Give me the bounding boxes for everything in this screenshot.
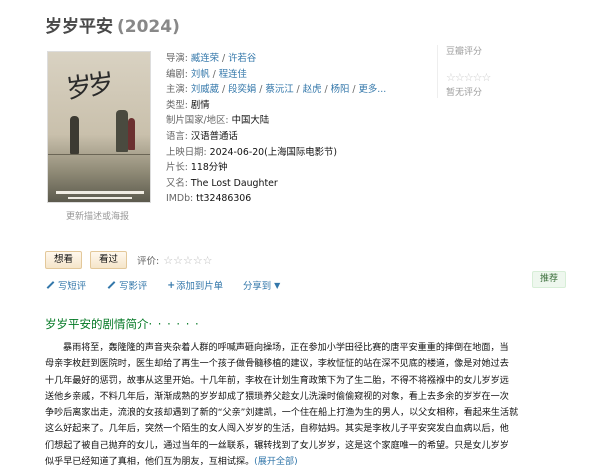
movie-name: 岁岁平安 [45, 17, 113, 37]
rating-header: 豆瓣评分 [446, 47, 483, 57]
ops-bar: 写短评 写影评 + 添加到片单 分享到 ▼ [45, 278, 300, 292]
genre-value: 剧情 [190, 99, 210, 111]
summary-line: 送他乡亲戚，不料几年后，渐渐成熟的岁岁却成了猥琐养父趁女儿洗澡时偷偷窥视的对象，… [45, 391, 509, 402]
write-review-link[interactable]: 写影评 [106, 278, 147, 292]
share-label: 分享到 [243, 281, 272, 292]
write-short-label: 写短评 [58, 281, 87, 292]
country-row: 制片国家/地区: 中国大陆 [166, 113, 406, 129]
poster-horizon [48, 154, 150, 155]
cast-row: 主演: 刘威葳 / 段奕娟 / 蔡沅江 / 赵虎 / 杨阳 / 更多... [166, 84, 387, 96]
update-poster-link[interactable]: 更新描述或海报 [66, 209, 129, 222]
want-to-watch-button[interactable]: 想看 [45, 251, 83, 269]
director-row: 导演: 臧连荣 / 许若谷 [166, 53, 257, 64]
chevron-down-icon: ▼ [274, 280, 281, 290]
poster-caption-line-2 [68, 197, 132, 199]
recommend-button[interactable]: 推荐 [532, 271, 567, 288]
poster-figure-child [128, 118, 135, 150]
expand-all-link[interactable]: (展开全部) [254, 457, 297, 467]
imdb-value: tt32486306 [196, 193, 252, 205]
cast-link[interactable]: 段奕娟 [228, 84, 256, 95]
cast-link[interactable]: 蔡沅江 [265, 84, 293, 95]
writer-link[interactable]: 刘帆 [191, 69, 210, 80]
director-link[interactable]: 臧连荣 [191, 53, 219, 64]
genre-row: 类型: 剧情 [166, 98, 406, 114]
director-link[interactable]: 许若谷 [228, 53, 256, 64]
movie-info: 导演: 臧连荣 / 许若谷 编剧: 刘帆 / 程连佳 主演: 刘威葳 / 段奕娟… [166, 51, 406, 207]
aka-label: 又名: [166, 177, 188, 189]
imdb-label: IMDb: [166, 193, 194, 205]
poster-caption-line [56, 191, 144, 194]
add-to-list-link[interactable]: + 添加到片单 [167, 278, 223, 292]
imdb-row: IMDb: tt32486306 [166, 191, 406, 207]
runtime-label: 片长: [166, 162, 188, 174]
write-review-label: 写影评 [119, 281, 148, 292]
write-short-review-link[interactable]: 写短评 [45, 278, 86, 292]
summary-heading: 岁岁平安的剧情简介· · · · · · [45, 316, 200, 332]
rate-stars-input[interactable]: ☆☆☆☆☆ [163, 254, 212, 267]
release-label: 上映日期: [166, 146, 207, 158]
rating-panel: 豆瓣评分 ☆☆☆☆☆ 暂无评分 [437, 45, 557, 98]
pen-icon [106, 280, 116, 290]
poster-calligraphy-title: 岁岁 [64, 69, 113, 105]
cast-link[interactable]: 刘威葳 [191, 84, 219, 95]
runtime-value: 118分钟 [190, 162, 228, 174]
pen-icon [45, 280, 55, 290]
add-list-label: 添加到片单 [176, 281, 224, 292]
watched-button[interactable]: 看过 [90, 251, 128, 269]
share-dropdown[interactable]: 分享到 ▼ [243, 278, 281, 293]
summary-line: 似乎早已经知道了真相，他们互为朋友，互相试探。 [45, 457, 255, 468]
movie-year: (2024) [117, 17, 180, 37]
director-label: 导演 [166, 53, 185, 64]
runtime-row: 片长: 118分钟 [166, 160, 406, 176]
summary-line: 十几年最好的惩罚，故事从这里开始。十几年前，李枚在计划生育政策下为了生二胎，不得… [45, 375, 509, 386]
release-row: 上映日期: 2024-06-20(上海国际电影节) [166, 145, 406, 161]
rating-stars-icon: ☆☆☆☆☆ [446, 71, 491, 84]
plus-icon: + [167, 280, 176, 291]
rate-label: 评价: [137, 256, 160, 267]
aka-row: 又名: The Lost Daughter [166, 176, 406, 192]
summary-line: 们想起了被自己抛弃的女儿，通过当年的一丝联系，辗转找到了女儿岁岁，这是这个家庭唯… [45, 440, 509, 451]
cast-label: 主演 [166, 84, 185, 96]
summary-title: 岁岁平安的剧情简介 [45, 317, 149, 331]
action-bar: 想看 看过 评价: ☆☆☆☆☆ [45, 251, 213, 269]
summary-line: 母亲李枚赶到医院时，医生却给了再生一个孩子做骨髓移植的建议，李枚怔怔的站在深不见… [45, 359, 509, 370]
movie-poster[interactable]: 岁岁 [47, 51, 151, 203]
writer-row: 编剧: 刘帆 / 程连佳 [166, 68, 247, 80]
language-label: 语言: [166, 130, 188, 142]
language-value: 汉语普通话 [190, 130, 238, 142]
cast-more-link[interactable]: 更多... [358, 84, 386, 95]
writer-link[interactable]: 程连佳 [219, 69, 247, 80]
summary-body: 暴雨将至，轰隆隆的声音夹杂着人群的呼喊声砸向操场，正在参加小学田径比赛的唐平安重… [45, 340, 565, 470]
summary-line: 争吵后离家出走，流浪的女孩却遇到了新的“父亲”刘建凯，一个住在船上打渔为生的男人… [45, 408, 519, 419]
rating-none-text: 暂无评分 [446, 88, 483, 98]
poster-figure-left [70, 116, 79, 154]
cast-link[interactable]: 杨阳 [331, 84, 350, 95]
release-value: 2024-06-20(上海国际电影节) [209, 146, 338, 158]
summary-line: 暴雨将至，轰隆隆的声音夹杂着人群的呼喊声砸向操场，正在参加小学田径比赛的唐平安重… [63, 343, 509, 353]
movie-title: 岁岁平安 (2024) [45, 12, 180, 37]
language-row: 语言: 汉语普通话 [166, 129, 406, 145]
aka-value: The Lost Daughter [190, 177, 278, 189]
poster-figure-right [116, 110, 128, 152]
country-value: 中国大陆 [231, 115, 270, 127]
genre-label: 类型: [166, 99, 188, 111]
cast-link[interactable]: 赵虎 [303, 84, 322, 95]
writer-label: 编剧 [166, 68, 185, 80]
country-label: 制片国家/地区: [166, 115, 229, 127]
summary-last-line: 似乎早已经知道了真相，他们互为朋友，互相试探。(展开全部) [45, 454, 565, 470]
summary-dots: · · · · · · [148, 317, 200, 331]
summary-line: 这么好起来了。几年后，突然一个陌生的女人闯入岁岁的生活，自称姑妈。其实是李枚儿子… [45, 424, 509, 435]
